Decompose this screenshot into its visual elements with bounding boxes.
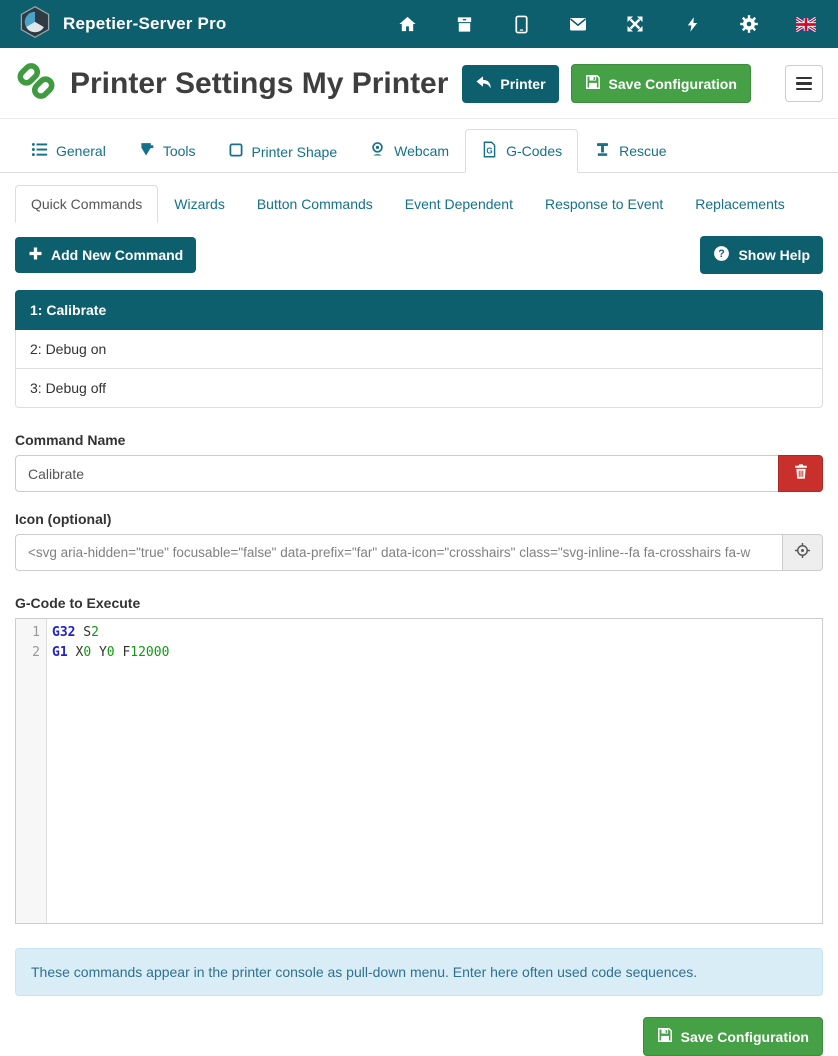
subtab-event-dependent[interactable]: Event Dependent — [389, 185, 529, 223]
rescue-plunger-icon — [594, 141, 611, 161]
power-icon[interactable] — [682, 14, 702, 34]
subtab-wizards[interactable]: Wizards — [158, 185, 241, 223]
save-floppy-icon — [585, 74, 601, 93]
home-icon[interactable] — [397, 14, 417, 34]
list-icon — [31, 141, 48, 161]
messages-icon[interactable] — [568, 14, 588, 34]
icon-preview-addon — [782, 534, 823, 571]
footer: Save Configuration — [15, 1017, 823, 1056]
top-navbar: Repetier-Server Pro — [0, 0, 838, 48]
save-configuration-button-top[interactable]: Save Configuration — [571, 64, 751, 103]
settings-gear-icon[interactable] — [739, 14, 759, 34]
quick-command-list: 1: Calibrate 2: Debug on 3: Debug off — [15, 290, 823, 408]
extruder-nozzle-icon — [138, 141, 155, 161]
command-name-label: Command Name — [15, 432, 823, 448]
command-name-input[interactable] — [15, 455, 778, 492]
show-help-button[interactable]: ? Show Help — [700, 236, 823, 274]
reply-arrow-icon — [475, 74, 492, 94]
delete-command-button[interactable] — [778, 455, 823, 492]
subtab-quick-commands[interactable]: Quick Commands — [15, 185, 158, 223]
tab-tools[interactable]: Tools — [122, 129, 212, 173]
question-circle-icon: ? — [713, 245, 730, 265]
icon-optional-label: Icon (optional) — [15, 511, 823, 527]
command-list-item-debug-off[interactable]: 3: Debug off — [15, 369, 823, 408]
settings-tab-bar: General Tools Printer Shape Webcam — [0, 119, 838, 173]
brand-title: Repetier-Server Pro — [63, 14, 226, 34]
save-floppy-icon — [657, 1027, 673, 1046]
gcode-to-execute-label: G-Code to Execute — [15, 595, 823, 611]
printer-icon[interactable] — [454, 14, 474, 34]
language-flag-icon[interactable] — [796, 14, 816, 34]
save-configuration-button-bottom[interactable]: Save Configuration — [643, 1017, 823, 1056]
command-list-item-calibrate[interactable]: 1: Calibrate — [15, 290, 823, 330]
svg-text:G: G — [486, 146, 492, 155]
fullscreen-icon[interactable] — [625, 14, 645, 34]
gcode-file-icon: G — [481, 141, 498, 161]
square-outline-icon — [228, 142, 244, 161]
gcode-editor[interactable]: 1 2 G32 S2 G1 X0 Y0 F12000 — [15, 618, 823, 924]
webcam-icon — [369, 141, 386, 161]
hamburger-icon — [796, 77, 812, 79]
line-number: 2 — [16, 643, 46, 663]
subtab-replacements[interactable]: Replacements — [679, 185, 801, 223]
tab-webcam[interactable]: Webcam — [353, 129, 465, 173]
add-new-command-button[interactable]: Add New Command — [15, 237, 196, 273]
app-logo-icon — [18, 5, 52, 44]
gcodes-subtab-bar: Quick Commands Wizards Button Commands E… — [0, 173, 838, 223]
page-header: Printer Settings My Printer Printer Save… — [0, 48, 838, 119]
tablet-icon[interactable] — [511, 14, 531, 34]
command-list-item-debug-on[interactable]: 2: Debug on — [15, 330, 823, 369]
tab-g-codes[interactable]: G G-Codes — [465, 129, 578, 173]
editor-code-area[interactable]: G32 S2 G1 X0 Y0 F12000 — [47, 619, 822, 923]
code-line: G1 X0 Y0 F12000 — [52, 643, 822, 663]
menu-toggle-button[interactable] — [785, 65, 823, 102]
tab-general[interactable]: General — [15, 129, 122, 173]
page-title: Printer Settings My Printer — [70, 67, 448, 101]
editor-line-number-gutter: 1 2 — [16, 619, 47, 923]
brand[interactable]: Repetier-Server Pro — [18, 5, 226, 44]
printer-back-button[interactable]: Printer — [462, 65, 558, 103]
subtab-response-to-event[interactable]: Response to Event — [529, 185, 679, 223]
chain-link-icon — [15, 61, 57, 106]
line-number: 1 — [16, 623, 46, 643]
crosshairs-icon — [794, 542, 811, 564]
plus-icon — [28, 246, 43, 264]
trash-icon — [793, 463, 809, 485]
commands-toolbar: Add New Command ? Show Help — [15, 236, 823, 274]
subtab-button-commands[interactable]: Button Commands — [241, 185, 389, 223]
tab-rescue[interactable]: Rescue — [578, 129, 682, 173]
code-line: G32 S2 — [52, 623, 822, 643]
info-message: These commands appear in the printer con… — [15, 948, 823, 996]
icon-svg-input[interactable] — [15, 534, 782, 571]
svg-text:?: ? — [719, 248, 725, 260]
tab-printer-shape[interactable]: Printer Shape — [212, 130, 354, 173]
